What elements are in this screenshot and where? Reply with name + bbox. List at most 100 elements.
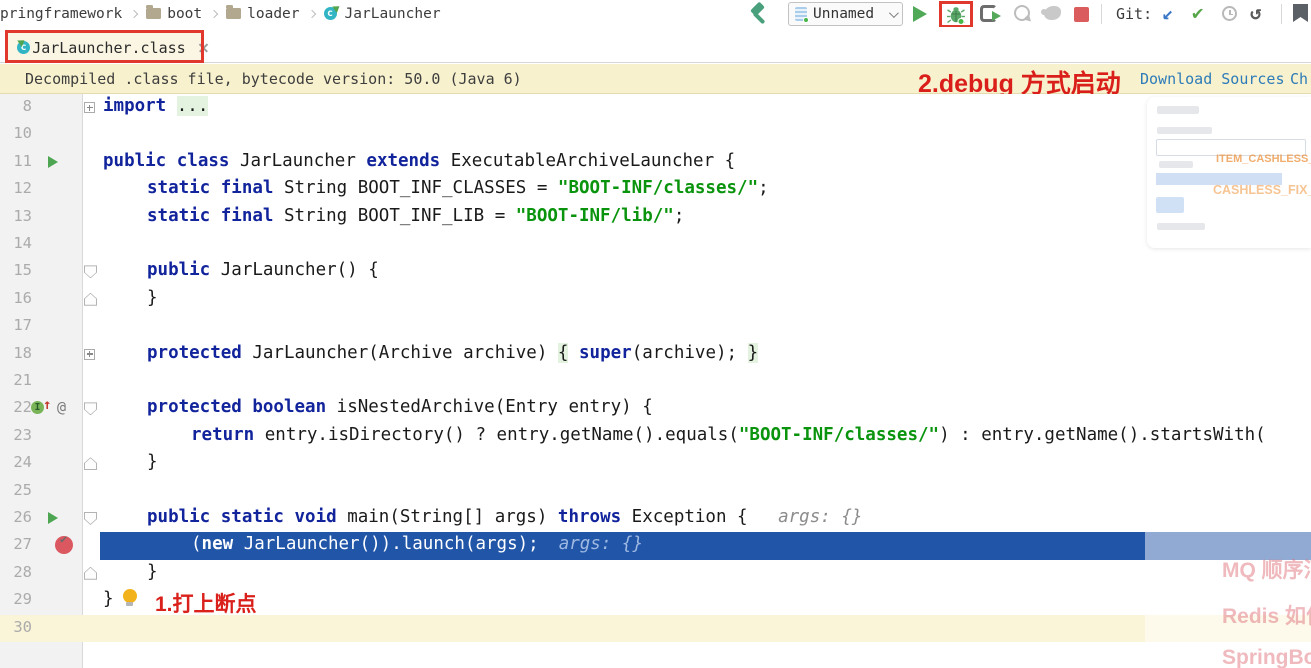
line-number[interactable]: 17 — [0, 316, 32, 334]
code-text[interactable]: } — [103, 589, 139, 609]
code-line-16: 16} — [0, 286, 1311, 313]
tab-jarlauncher[interactable]: c JarLauncher.class — [8, 32, 208, 63]
history-clock-icon[interactable] — [1222, 6, 1237, 21]
git-update-icon[interactable]: ↙ — [1162, 2, 1173, 24]
line-number[interactable]: 25 — [0, 481, 32, 499]
code-text[interactable]: } — [147, 452, 158, 472]
git-commit-icon[interactable]: ✔ — [1192, 2, 1203, 24]
class-icon: c — [17, 37, 30, 55]
code-line-15: 15 public JarLauncher() { — [0, 258, 1311, 285]
profiler-icon[interactable] — [1014, 5, 1030, 21]
code-text[interactable]: } — [147, 288, 158, 308]
run-gutter-icon[interactable] — [48, 512, 58, 524]
git-label: Git: — [1116, 5, 1153, 23]
run-configuration-select[interactable]: Unnamed — [788, 2, 903, 26]
ghost-text-2: CASHLESS_FIX_VO — [1213, 183, 1311, 197]
ghost-overlay-panel: ITEM_CASHLESS_FI CASHLESS_FIX_VO — [1147, 97, 1311, 248]
line-number[interactable]: 30 — [0, 618, 32, 636]
code-text[interactable]: protected boolean isNestedArchive(Entry … — [147, 397, 653, 417]
breadcrumb-item-pringframework[interactable]: pringframework — [0, 6, 122, 22]
line-number[interactable]: 26 — [0, 508, 32, 526]
line-number[interactable]: 16 — [0, 289, 32, 307]
run-gutter-icon[interactable] — [48, 155, 58, 168]
close-icon[interactable] — [198, 42, 208, 53]
tab-title: JarLauncher.class — [32, 38, 186, 57]
breadcrumb-label: boot — [167, 5, 203, 22]
code-text[interactable]: return entry.isDirectory() ? entry.getNa… — [191, 425, 1266, 445]
code-line-23: 23 return entry.isDirectory() ? entry.get… — [0, 423, 1311, 450]
breakpoint-icon[interactable]: ✔ — [55, 532, 73, 555]
code-text[interactable]: public JarLauncher() { — [147, 260, 379, 280]
line-number[interactable]: 23 — [0, 426, 32, 444]
line-number[interactable]: 13 — [0, 207, 32, 225]
line-number[interactable]: 14 — [0, 234, 32, 252]
decompiled-notification-bar: Decompiled .class file, bytecode version… — [0, 64, 1311, 98]
line-number[interactable]: 15 — [0, 261, 32, 279]
attach-profiler-icon[interactable] — [1041, 6, 1061, 20]
line-number[interactable]: 24 — [0, 453, 32, 471]
fold-expand-icon[interactable] — [84, 102, 95, 113]
coverage-icon[interactable] — [980, 5, 1001, 22]
notification-message: Decompiled .class file, bytecode version… — [25, 70, 522, 88]
breadcrumb: pringframework boot loader c JarLauncher — [0, 0, 441, 27]
code-text[interactable]: public static void main(String[] args) t… — [147, 507, 862, 527]
line-number[interactable]: 29 — [0, 590, 32, 608]
line-number[interactable]: 8 — [0, 97, 32, 115]
ide-window: pringframework boot loader c JarLauncher Unn… — [0, 0, 1311, 668]
code-text[interactable]: public class JarLauncher extends Executa… — [103, 151, 735, 171]
override-arrow-icon[interactable]: ↑ — [43, 397, 51, 413]
breadcrumb-item-JarLauncher[interactable]: c JarLauncher — [323, 3, 441, 22]
line-number[interactable]: 27 — [0, 535, 32, 553]
fold-down-icon[interactable] — [84, 265, 97, 279]
code-text[interactable]: import ... — [103, 96, 209, 116]
run-config-icon — [795, 7, 809, 23]
fold-up-icon[interactable] — [84, 566, 97, 580]
line-number[interactable]: 18 — [0, 344, 32, 362]
line-number[interactable]: 12 — [0, 179, 32, 197]
shelve-icon[interactable] — [1293, 4, 1308, 22]
download-sources-link[interactable]: Download Sources — [1140, 70, 1285, 88]
code-line-25: 25 — [0, 478, 1311, 505]
toolbar-separator — [1101, 4, 1102, 24]
highlighted-line-band — [0, 614, 1311, 642]
run-button[interactable] — [913, 6, 927, 22]
fold-down-icon[interactable] — [84, 512, 97, 525]
choose-sources-link[interactable]: Ch — [1290, 70, 1308, 88]
watermark-3: SpringBoo — [1222, 646, 1311, 668]
folder-icon — [226, 5, 242, 19]
code-line-14: 14 — [0, 231, 1311, 258]
top-toolbar: pringframework boot loader c JarLauncher Unn… — [0, 0, 1311, 28]
code-line-24: 24} — [0, 450, 1311, 477]
line-number[interactable]: 10 — [0, 124, 32, 142]
code-text[interactable]: } — [147, 562, 158, 582]
chevron-down-icon — [888, 7, 899, 18]
toolbar-separator — [1281, 4, 1282, 24]
code-text[interactable]: protected JarLauncher(Archive archive) {… — [147, 342, 759, 363]
breadcrumb-item-loader[interactable]: loader — [226, 5, 300, 22]
rollback-icon[interactable]: ↺ — [1250, 2, 1261, 24]
code-line-8: 8 import ... — [0, 94, 1311, 121]
editor-tab-bar: c JarLauncher.class — [0, 27, 1311, 63]
code-text[interactable]: static final String BOOT_INF_CLASSES = "… — [147, 178, 769, 198]
code-text[interactable]: (new JarLauncher()).launch(args); args: {… — [191, 534, 643, 554]
fold-expand-icon[interactable] — [84, 348, 95, 360]
code-editor[interactable]: 8 import ... 10 11 public class JarLauncher … — [0, 94, 1311, 668]
breadcrumb-item-boot[interactable]: boot — [146, 5, 203, 22]
build-hammer-icon[interactable] — [748, 1, 770, 25]
fold-up-icon[interactable] — [84, 292, 97, 306]
chevron-right-icon — [129, 9, 139, 18]
line-number[interactable]: 22 — [0, 398, 32, 416]
fold-up-icon[interactable] — [84, 457, 97, 471]
annotation-at-icon: @ — [57, 398, 67, 417]
code-line-28: 28} — [0, 560, 1311, 587]
chevron-right-icon — [307, 9, 316, 18]
fold-down-icon[interactable] — [84, 402, 97, 416]
intention-bulb-icon[interactable] — [122, 589, 139, 607]
line-number[interactable]: 21 — [0, 371, 32, 389]
code-text[interactable]: static final String BOOT_INF_LIB = "BOOT… — [147, 206, 684, 226]
line-number[interactable]: 11 — [0, 152, 32, 170]
debug-icon[interactable] — [946, 5, 966, 25]
line-number[interactable]: 28 — [0, 563, 32, 581]
code-line-13: 13 static final String BOOT_INF_LIB = "BO… — [0, 204, 1311, 231]
stop-button[interactable] — [1074, 7, 1089, 22]
